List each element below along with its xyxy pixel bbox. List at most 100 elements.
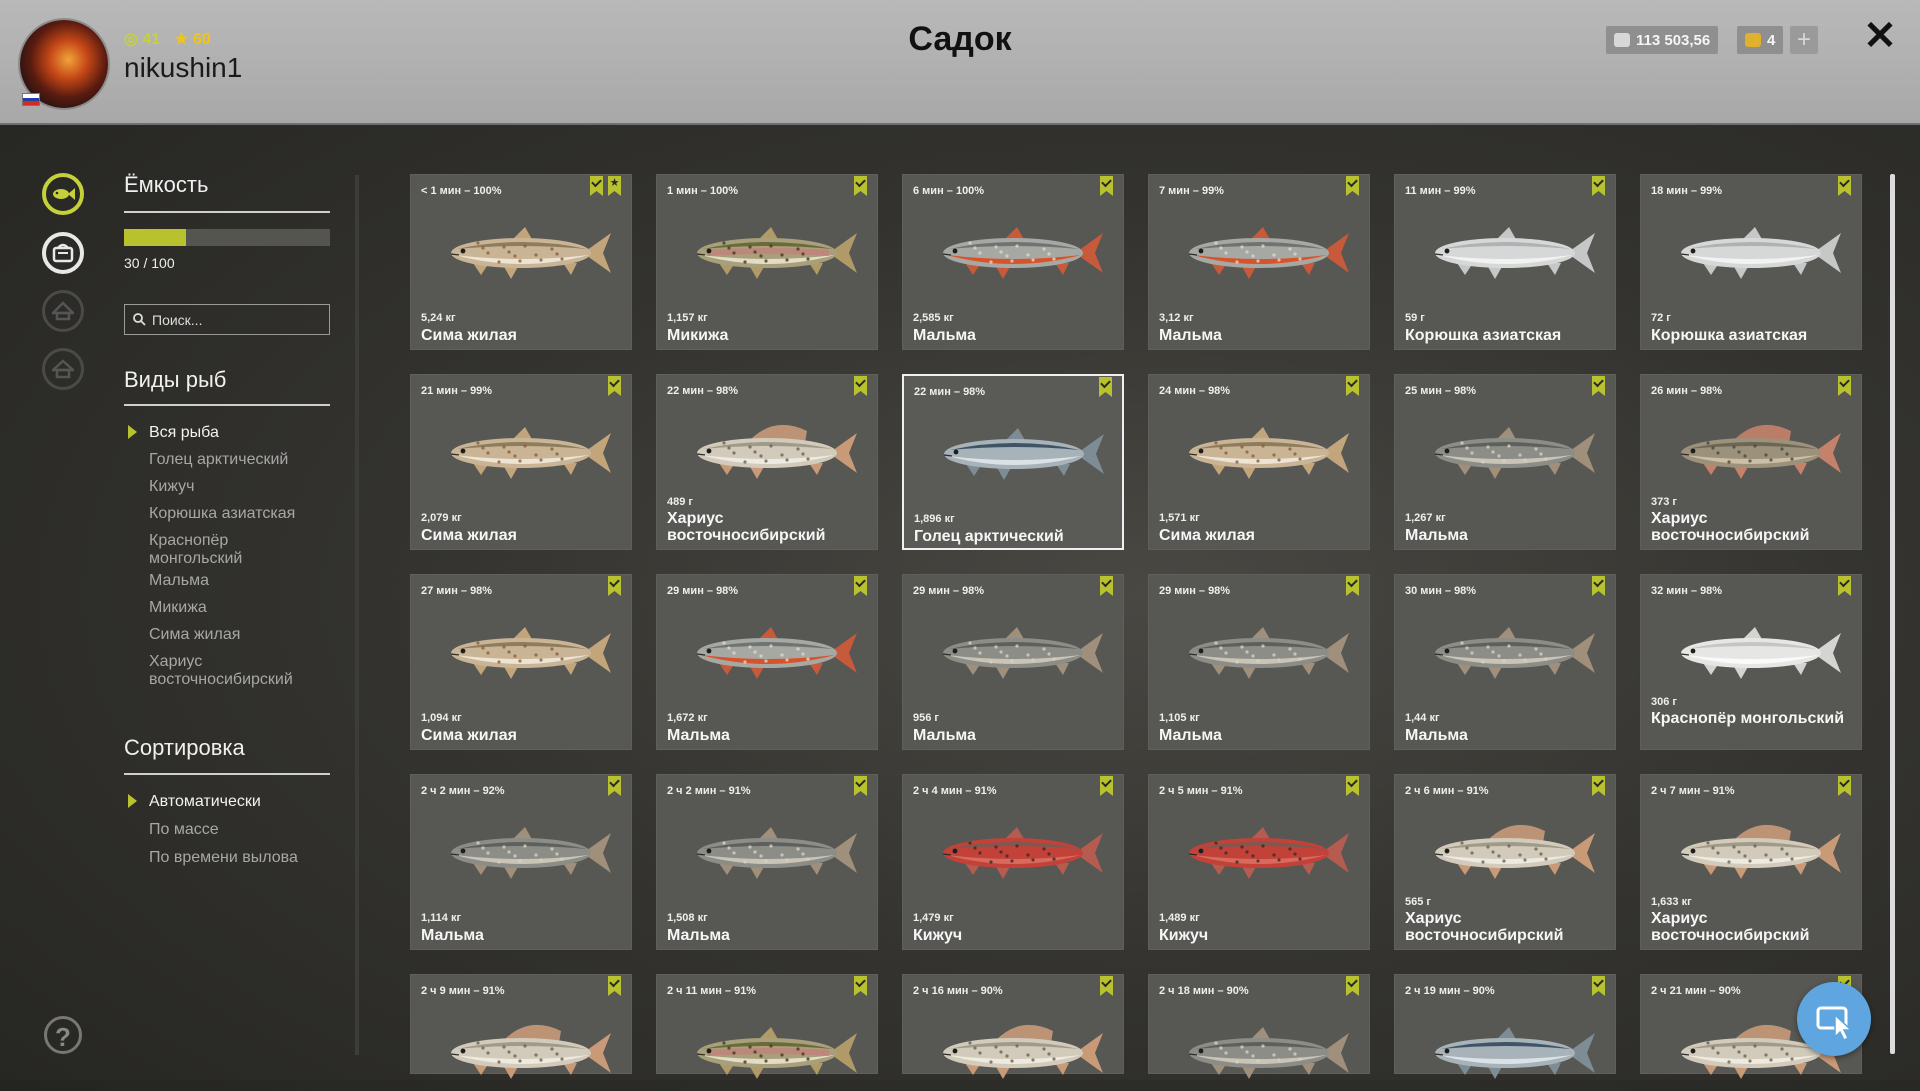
fish-image (450, 827, 611, 879)
fish-card[interactable]: 29 мин – 98% 1,105 кг Мальма (1148, 574, 1370, 750)
species-filter-item[interactable]: Вся рыба (149, 424, 324, 442)
fish-name: Хариус восточносибирский (1651, 910, 1810, 944)
search-box[interactable] (124, 304, 330, 335)
fish-card[interactable]: 2 ч 9 мин – 91% (410, 974, 632, 1079)
fish-card[interactable]: 7 мин – 99% 3,12 кг Мальма (1148, 174, 1370, 350)
fish-card[interactable]: < 1 мин – 100% ★ 5,24 кг Сима жилая (410, 174, 632, 350)
bookmark-icon[interactable] (608, 576, 621, 596)
fish-card[interactable]: 2 ч 2 мин – 91% 1,508 кг Мальма (656, 774, 878, 950)
fish-card[interactable]: 2 ч 11 мин – 91% (656, 974, 878, 1079)
species-filter-item[interactable]: Хариус восточносибирский (149, 653, 324, 689)
fish-weight: 489 г (667, 496, 693, 508)
gold-coin-icon (1745, 33, 1761, 47)
bookmark-icon[interactable] (1346, 976, 1359, 996)
bookmark-icon[interactable] (1346, 176, 1359, 196)
sort-option[interactable]: Автоматически (149, 793, 349, 811)
fish-card[interactable]: 1 мин – 100% 1,157 кг Микижа (656, 174, 878, 350)
fish-card[interactable]: 24 мин – 98% 1,571 кг Сима жилая (1148, 374, 1370, 550)
bookmark-icon[interactable] (854, 176, 867, 196)
bookmark-icon[interactable] (1838, 176, 1851, 196)
help-button[interactable]: ? (44, 1016, 82, 1054)
bookmark-icon[interactable] (1838, 376, 1851, 396)
bookmark-icon[interactable] (1100, 776, 1113, 796)
sort-option[interactable]: По массе (149, 821, 349, 839)
catch-time: 21 мин – 99% (421, 385, 493, 397)
keepnet-basket-tab[interactable] (42, 232, 84, 274)
fish-card[interactable]: 25 мин – 98% 1,267 кг Мальма (1394, 374, 1616, 550)
star-bookmark-icon[interactable]: ★ (608, 176, 621, 196)
bookmark-icon[interactable] (1838, 576, 1851, 596)
cursor-mode-button[interactable] (1797, 982, 1871, 1056)
fish-card[interactable]: 27 мин – 98% 1,094 кг Сима жилая (410, 574, 632, 750)
fish-card[interactable]: 21 мин – 99% 2,079 кг Сима жилая (410, 374, 632, 550)
fish-card[interactable]: 2 ч 6 мин – 91% 565 г Хариус восточносиби… (1394, 774, 1616, 950)
bookmark-icon[interactable] (854, 776, 867, 796)
species-filter-item[interactable]: Голец арктический (149, 451, 324, 469)
fish-card[interactable]: 29 мин – 98% 1,672 кг Мальма (656, 574, 878, 750)
species-filter-item[interactable]: Сима жилая (149, 626, 324, 644)
fish-card[interactable]: 2 ч 5 мин – 91% 1,489 кг Кижуч (1148, 774, 1370, 950)
fish-card[interactable]: 2 ч 2 мин – 92% 1,114 кг Мальма (410, 774, 632, 950)
bookmark-icon[interactable] (590, 176, 603, 196)
fish-card[interactable]: 22 мин – 98% 1,896 кг Голец арктический (902, 374, 1124, 550)
bookmark-icon[interactable] (1592, 976, 1605, 996)
fish-card[interactable]: 2 ч 19 мин – 90% (1394, 974, 1616, 1079)
bookmark-icon[interactable] (1100, 976, 1113, 996)
catch-time: 6 мин – 100% (913, 185, 985, 197)
catch-time: 24 мин – 98% (1159, 385, 1231, 397)
fish-card[interactable]: 18 мин – 99% 72 г Корюшка азиатская (1640, 174, 1862, 350)
bookmark-icon[interactable] (1592, 376, 1605, 396)
bookmark-icon[interactable] (608, 776, 621, 796)
catch-time: 29 мин – 98% (1159, 585, 1231, 597)
fish-name: Сима жилая (1159, 527, 1255, 544)
fish-card[interactable]: 2 ч 18 мин – 90% (1148, 974, 1370, 1079)
bookmark-icon[interactable] (854, 976, 867, 996)
fish-image (1680, 824, 1841, 879)
keepnet-fish-tab[interactable] (42, 173, 84, 215)
catch-time: 11 мин – 99% (1405, 185, 1476, 197)
close-button[interactable]: ✕ (1862, 16, 1898, 56)
fish-weight: 373 г (1651, 496, 1677, 508)
species-filter-item[interactable]: Мальма (149, 572, 324, 590)
bookmark-icon[interactable] (1100, 176, 1113, 196)
bookmark-icon[interactable] (1099, 377, 1112, 397)
home-icon (45, 351, 81, 387)
species-filter-item[interactable]: Микижа (149, 599, 324, 617)
fish-card[interactable]: 32 мин – 98% 306 г Краснопёр монгольский (1640, 574, 1862, 750)
bookmark-icon[interactable] (1592, 576, 1605, 596)
bookmark-icon[interactable] (1346, 776, 1359, 796)
add-gold-button[interactable]: + (1790, 26, 1818, 54)
fish-card[interactable]: 22 мин – 98% 489 г Хариус восточносибирск… (656, 374, 878, 550)
fish-card[interactable]: 26 мин – 98% 373 г Хариус восточносибирск… (1640, 374, 1862, 550)
catch-time: 32 мин – 98% (1651, 585, 1723, 597)
fish-name: Хариус восточносибирский (667, 510, 826, 544)
species-filter-item[interactable]: Корюшка азиатская (149, 505, 324, 523)
scrollbar[interactable] (1890, 174, 1895, 1054)
bookmark-icon[interactable] (854, 376, 867, 396)
fish-card[interactable]: 2 ч 7 мин – 91% 1,633 кг Хариус восточнос… (1640, 774, 1862, 950)
species-filter-item[interactable]: Кижуч (149, 478, 324, 496)
fish-card[interactable]: 2 ч 4 мин – 91% 1,479 кг Кижуч (902, 774, 1124, 950)
bookmark-icon[interactable] (1100, 576, 1113, 596)
fish-card[interactable]: 6 мин – 100% 2,585 кг Мальма (902, 174, 1124, 350)
cabin-tab[interactable] (42, 290, 84, 332)
fish-card[interactable]: 30 мин – 98% 1,44 кг Мальма (1394, 574, 1616, 750)
bookmark-icon[interactable] (1838, 776, 1851, 796)
cursor-icon (1816, 1006, 1853, 1042)
bookmark-icon[interactable] (608, 376, 621, 396)
bookmark-icon[interactable] (608, 976, 621, 996)
fish-name: Сима жилая (421, 527, 517, 544)
bookmark-icon[interactable] (1346, 376, 1359, 396)
bookmark-icon[interactable] (854, 576, 867, 596)
fish-card[interactable]: 11 мин – 99% 59 г Корюшка азиатская (1394, 174, 1616, 350)
fish-card[interactable]: 29 мин – 98% 956 г Мальма (902, 574, 1124, 750)
species-filter-item[interactable]: Краснопёр монгольский (149, 532, 324, 568)
fish-card[interactable]: 2 ч 16 мин – 90% (902, 974, 1124, 1079)
home-tab[interactable] (42, 348, 84, 390)
search-input[interactable] (152, 311, 322, 328)
sort-option[interactable]: По времени вылова (149, 849, 349, 867)
bookmark-icon[interactable] (1592, 776, 1605, 796)
bookmark-icon[interactable] (1592, 176, 1605, 196)
fish-image (1434, 427, 1595, 479)
bookmark-icon[interactable] (1346, 576, 1359, 596)
